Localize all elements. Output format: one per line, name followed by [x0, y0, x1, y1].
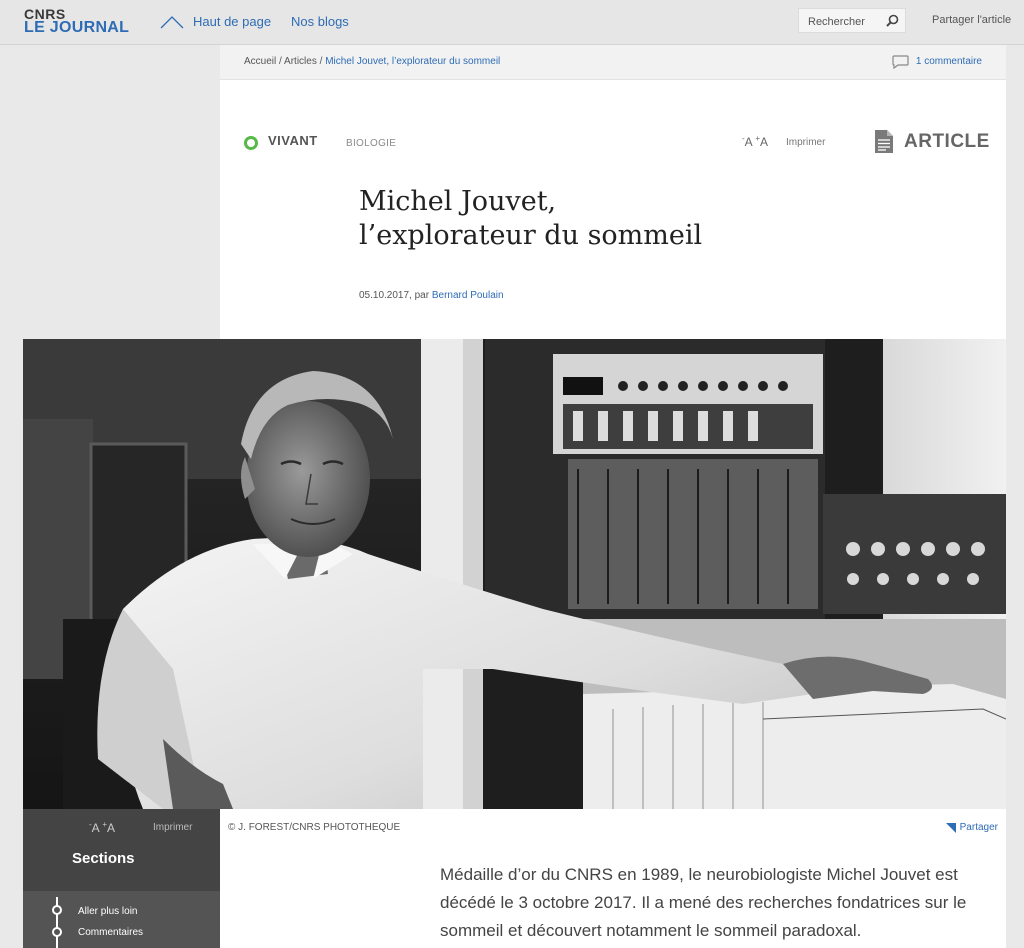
author-link[interactable]: Bernard Poulain: [432, 290, 504, 301]
comment-bubble-icon: [892, 55, 909, 69]
print-button[interactable]: Imprimer: [786, 137, 825, 148]
top-bar: CNRS LE JOURNAL Haut de page Nos blogs P…: [0, 0, 1024, 45]
comments-count: 1 commentaire: [915, 56, 982, 67]
comments-link[interactable]: 1 commentaire: [892, 55, 982, 69]
search-box: [798, 8, 906, 34]
photo-illustration: [23, 339, 1006, 809]
breadcrumb-home[interactable]: Accueil: [244, 56, 276, 67]
byline: 05.10.2017, par Bernard Poulain: [359, 290, 504, 301]
sidebar-font-decrease-button[interactable]: -A: [89, 820, 99, 835]
font-increase-button[interactable]: +A: [755, 134, 768, 149]
article-title-line-2: l’explorateur du sommeil: [359, 220, 703, 251]
green-circle-icon: [244, 136, 258, 150]
sidebar-item-comments[interactable]: Commentaires: [78, 927, 143, 938]
subrubric-tag[interactable]: BIOLOGIE: [346, 138, 396, 149]
article-type-badge: ARTICLE: [874, 129, 989, 159]
document-icon: [875, 130, 893, 153]
breadcrumb-current[interactable]: Michel Jouvet, l’explorateur du sommeil: [325, 56, 500, 67]
cnrs-journal-logo[interactable]: CNRS LE JOURNAL: [24, 6, 134, 38]
up-chevron-icon[interactable]: [160, 14, 184, 30]
breadcrumb-bar: Accueil / Articles / Michel Jouvet, l’ex…: [220, 45, 1006, 80]
article-title: Michel Jouvet, l’explorateur du sommeil: [359, 185, 879, 253]
photo-credit: © J. FOREST/CNRS PHOTOTHEQUE: [228, 822, 401, 833]
sidebar-font-increase-button[interactable]: +A: [102, 820, 115, 835]
logo-bottom-text: LE JOURNAL: [24, 19, 130, 36]
share-triangle-icon: [945, 823, 956, 833]
timeline-dot-icon: [52, 927, 62, 937]
sidebar-print-button[interactable]: Imprimer: [153, 822, 192, 833]
timeline-dot-icon: [52, 905, 62, 915]
breadcrumb-articles[interactable]: Articles: [284, 56, 317, 67]
article-type-label: ARTICLE: [904, 131, 990, 152]
publish-date: 05.10.2017, par: [359, 290, 432, 301]
rubric-label: VIVANT: [268, 133, 318, 148]
nav-link-blogs[interactable]: Nos blogs: [291, 14, 349, 29]
sidebar-tools: -A +A Imprimer Sections: [23, 809, 220, 891]
font-decrease-button[interactable]: -A: [742, 134, 752, 149]
article-lead: Médaille d’or du CNRS en 1989, le neurob…: [440, 865, 967, 940]
article-photo: [23, 339, 1006, 809]
nav-link-top-of-page[interactable]: Haut de page: [193, 14, 271, 29]
sidebar-item-further-reading[interactable]: Aller plus loin: [78, 906, 137, 917]
sections-sidebar: -A +A Imprimer Sections Aller plus loin …: [23, 809, 220, 948]
share-photo-link[interactable]: Partager: [945, 822, 998, 833]
article-header-panel: Accueil / Articles / Michel Jouvet, l’ex…: [220, 45, 1006, 339]
photo-caption-area: © J. FOREST/CNRS PHOTOTHEQUE Partager Mé…: [220, 809, 1006, 948]
article-title-line-1: Michel Jouvet,: [359, 186, 557, 217]
breadcrumb-separator: /: [316, 56, 326, 67]
breadcrumb: Accueil / Articles / Michel Jouvet, l’ex…: [244, 56, 500, 67]
share-article-link[interactable]: Partager l'article: [932, 14, 1011, 26]
breadcrumb-separator: /: [276, 56, 285, 67]
sidebar-section-list: Aller plus loin Commentaires: [23, 891, 220, 948]
sidebar-title: Sections: [72, 850, 135, 867]
font-size-controls: -A +A: [742, 134, 768, 149]
sidebar-font-size-controls: -A +A: [89, 820, 115, 835]
search-input[interactable]: [799, 9, 890, 34]
share-photo-label: Partager: [959, 822, 998, 833]
search-icon[interactable]: [886, 14, 899, 27]
